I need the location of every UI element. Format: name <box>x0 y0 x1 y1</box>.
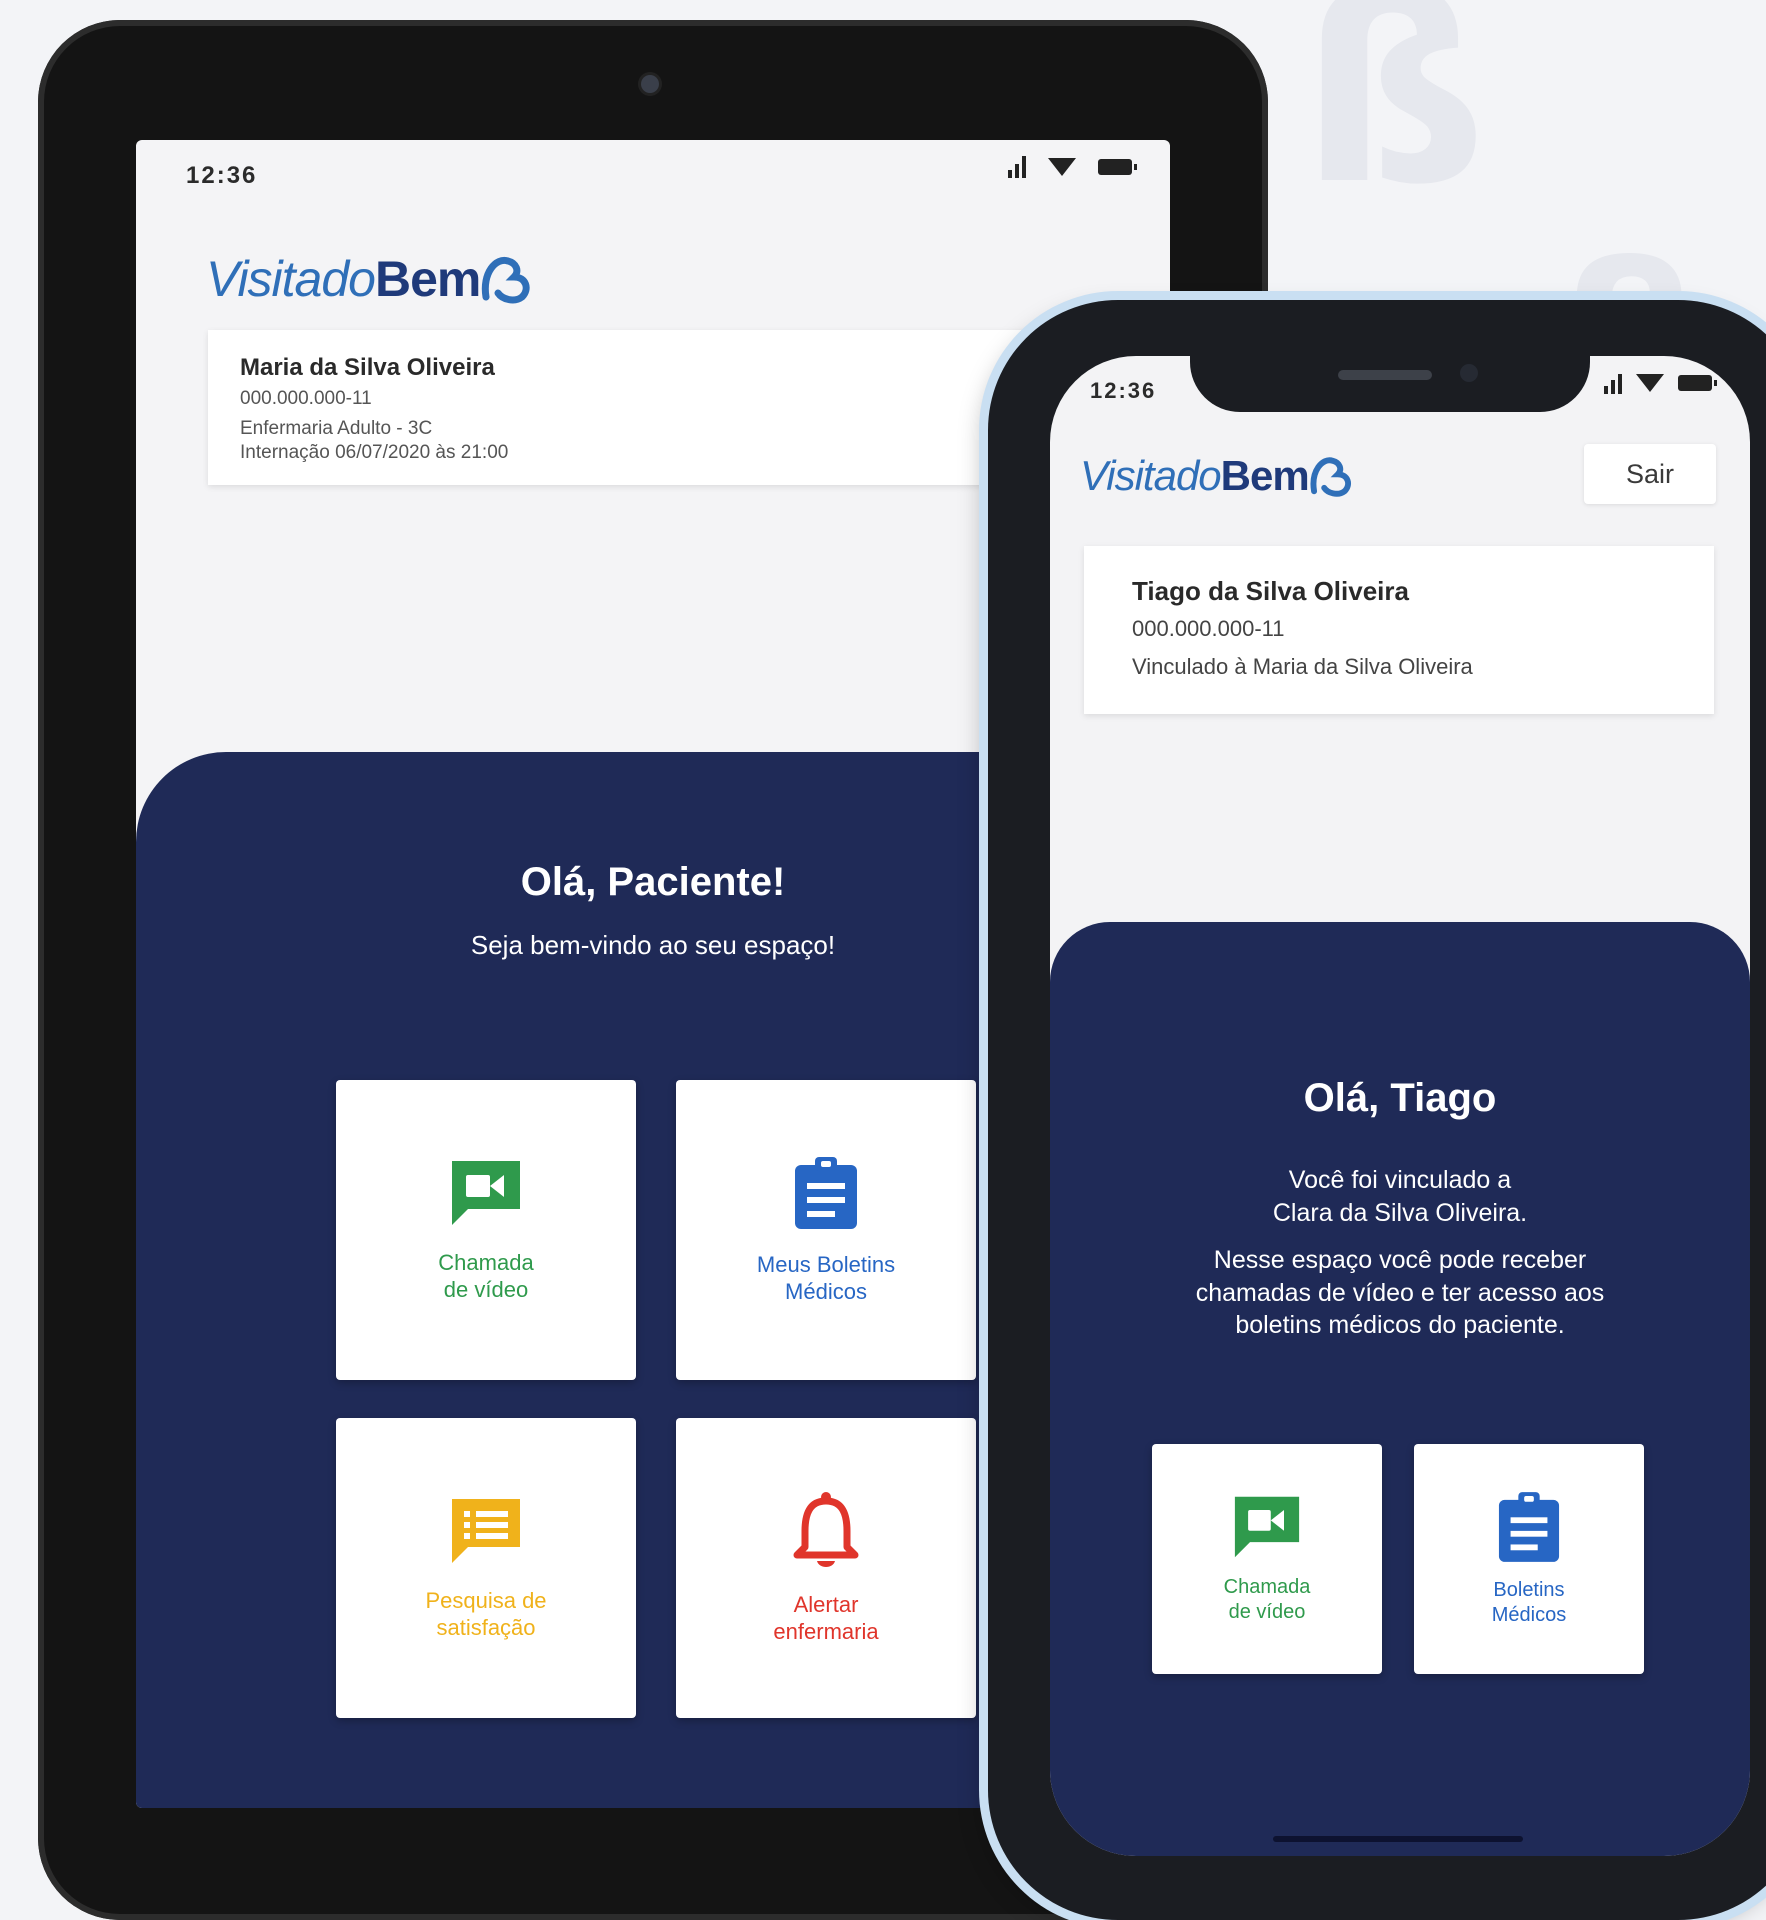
alert-nursing-tile[interactable]: Alertar enfermaria <box>676 1418 976 1718</box>
battery-icon <box>1098 159 1137 175</box>
patient-name: Maria da Silva Oliveira <box>240 354 495 381</box>
clipboard-icon <box>795 1156 857 1229</box>
bell-icon <box>793 1491 859 1567</box>
clipboard-icon <box>1498 1492 1560 1562</box>
wifi-icon <box>1048 158 1076 176</box>
app-logo: Visita do Bem <box>206 250 532 308</box>
video-chat-icon <box>452 1160 520 1225</box>
info-message: Nesse espaço você pode receber chamadas … <box>1195 1246 1605 1339</box>
tablet-camera <box>641 75 659 93</box>
linked-message: Você foi vinculado a Clara da Silva Oliv… <box>1272 1166 1528 1227</box>
background-logo-mark-icon: ß <box>1300 0 1488 242</box>
signal-icon <box>1008 156 1026 178</box>
video-chat-icon <box>1234 1496 1300 1558</box>
video-call-tile[interactable]: Chamada de vídeo <box>336 1080 636 1380</box>
medical-reports-tile[interactable]: Boletins Médicos <box>1414 1444 1644 1674</box>
status-time: 12:36 <box>186 162 258 189</box>
home-indicator[interactable] <box>1273 1836 1523 1842</box>
survey-list-icon <box>452 1498 520 1563</box>
greeting-title: Olá, Tiago <box>1303 1076 1497 1120</box>
patient-ward: Enfermaria Adulto - 3C <box>240 418 433 439</box>
video-call-tile[interactable]: Chamada de vídeo <box>1152 1444 1382 1674</box>
patient-id: 000.000.000-11 <box>240 388 372 409</box>
satisfaction-survey-tile[interactable]: Pesquisa de satisfação <box>336 1418 636 1718</box>
heart-logo-icon <box>482 256 531 304</box>
patient-admission: Internação 06/07/2020 às 21:00 <box>240 442 509 463</box>
medical-reports-tile[interactable]: Meus Boletins Médicos <box>676 1080 976 1380</box>
tablet-status-bar: 12:36 <box>136 140 1170 190</box>
